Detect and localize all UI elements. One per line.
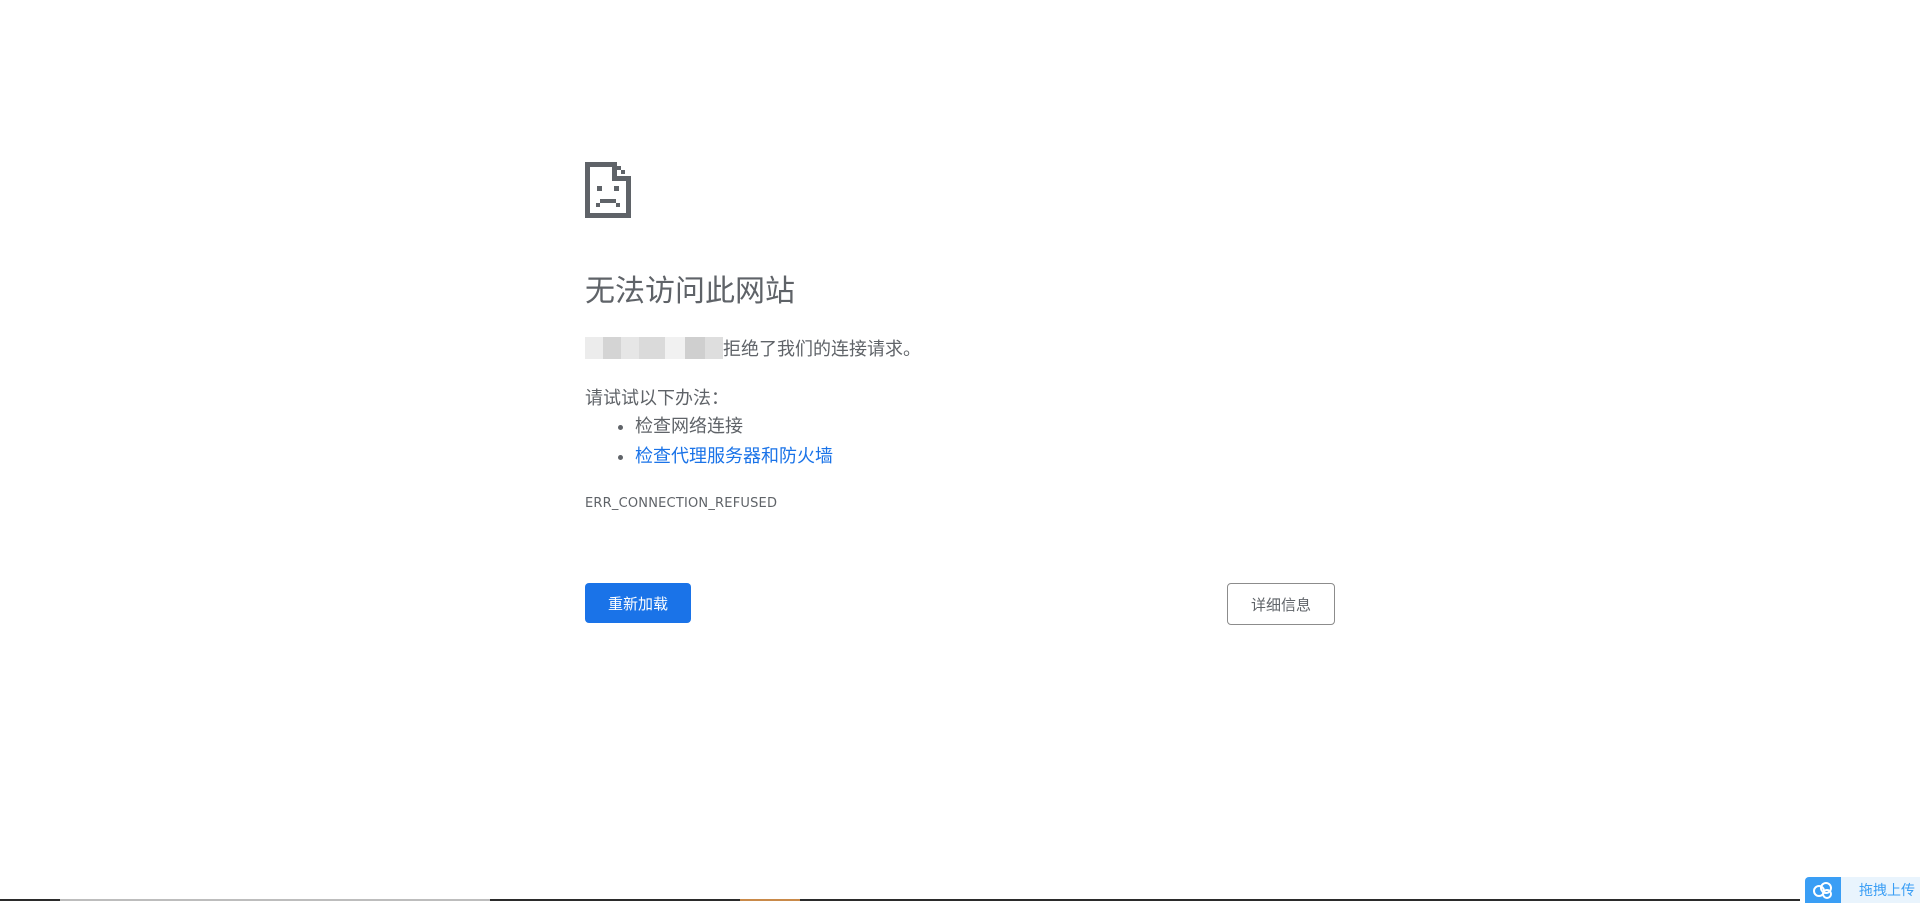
error-description: 拒绝了我们的连接请求。 [585, 335, 921, 361]
suggestion-check-network: 检查网络连接 [635, 412, 833, 442]
suggestion-check-proxy-firewall-link[interactable]: 检查代理服务器和防火墙 [635, 442, 833, 472]
suggestions-list: 检查网络连接 检查代理服务器和防火墙 [585, 412, 833, 472]
reload-button[interactable]: 重新加载 [585, 583, 691, 623]
sad-document-icon [585, 162, 631, 218]
upload-label: 拖拽上传 [1859, 883, 1915, 899]
upload-icon-box [1805, 877, 1841, 903]
error-code: ERR_CONNECTION_REFUSED [585, 496, 778, 511]
error-description-text: 拒绝了我们的连接请求。 [723, 339, 921, 360]
drag-upload-widget[interactable]: 拖拽上传 [1805, 877, 1920, 903]
redacted-host [585, 337, 723, 359]
error-title: 无法访问此网站 [585, 274, 795, 309]
suggestions-label: 请试试以下办法： [585, 388, 729, 409]
details-button[interactable]: 详细信息 [1227, 583, 1335, 625]
cloud-upload-icon [1813, 882, 1832, 899]
browser-error-page: 无法访问此网站 拒绝了我们的连接请求。 请试试以下办法： 检查网络连接 检查代理… [0, 0, 1920, 903]
bottom-edge-strip [0, 899, 1920, 903]
